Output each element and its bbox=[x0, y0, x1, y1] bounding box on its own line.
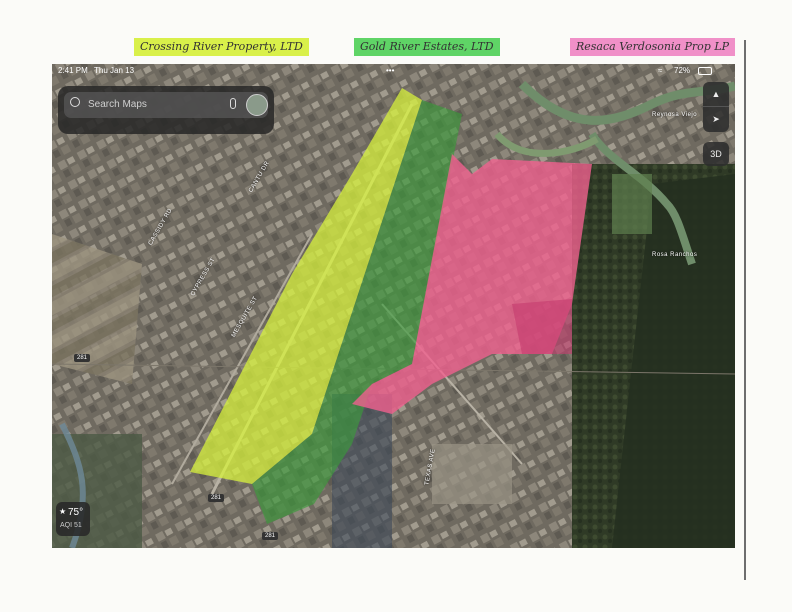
microphone-icon[interactable] bbox=[230, 98, 236, 109]
weather-aqi: AQI 51 bbox=[60, 522, 82, 529]
status-time: 2:41 PM bbox=[58, 66, 88, 75]
search-input[interactable]: Search Maps bbox=[88, 99, 147, 110]
map-label-lake: Rosa Ranchos bbox=[652, 252, 698, 258]
search-icon bbox=[70, 97, 80, 107]
view-3d-button[interactable]: 3D bbox=[703, 142, 729, 166]
map-label-place: Reynosa Viejo bbox=[652, 112, 698, 118]
highway-marker-1: 281 bbox=[74, 354, 91, 362]
wifi-icon: ≈ bbox=[658, 66, 663, 75]
highway-marker-2: 281 bbox=[208, 494, 225, 502]
compass-icon[interactable]: ▲ bbox=[703, 82, 729, 106]
weather-temperature: 75° bbox=[68, 507, 84, 518]
highway-marker-3: 281 bbox=[262, 532, 279, 540]
avatar[interactable] bbox=[246, 94, 268, 116]
annotation-resaca: Resaca Verdosonia Prop LP bbox=[570, 38, 736, 56]
status-dots: ••• bbox=[386, 66, 395, 75]
resaca-parcel-dark bbox=[512, 299, 572, 354]
location-arrow-icon[interactable]: ➤ bbox=[703, 106, 729, 131]
annotation-gold-river: Gold River Estates, LTD bbox=[354, 38, 500, 56]
battery-icon bbox=[698, 67, 712, 75]
weather-widget[interactable]: ★ 75° AQI 51 bbox=[56, 502, 90, 536]
satellite-map[interactable] bbox=[52, 64, 735, 548]
star-icon: ★ bbox=[59, 507, 67, 516]
status-date: Thu Jan 13 bbox=[94, 66, 135, 75]
annotation-crossing-river: Crossing River Property, LTD bbox=[134, 38, 309, 56]
status-bar: 2:41 PM Thu Jan 13 ••• ≈ 72% bbox=[52, 64, 735, 78]
page-edge-line bbox=[744, 40, 746, 580]
search-panel: Search Maps bbox=[58, 86, 274, 134]
search-field[interactable]: Search Maps bbox=[64, 92, 268, 118]
tablet-screen: 2:41 PM Thu Jan 13 ••• ≈ 72% Search Maps… bbox=[52, 64, 735, 548]
status-battery: 72% bbox=[674, 66, 691, 75]
map-controls: ▲ ➤ bbox=[703, 82, 729, 132]
